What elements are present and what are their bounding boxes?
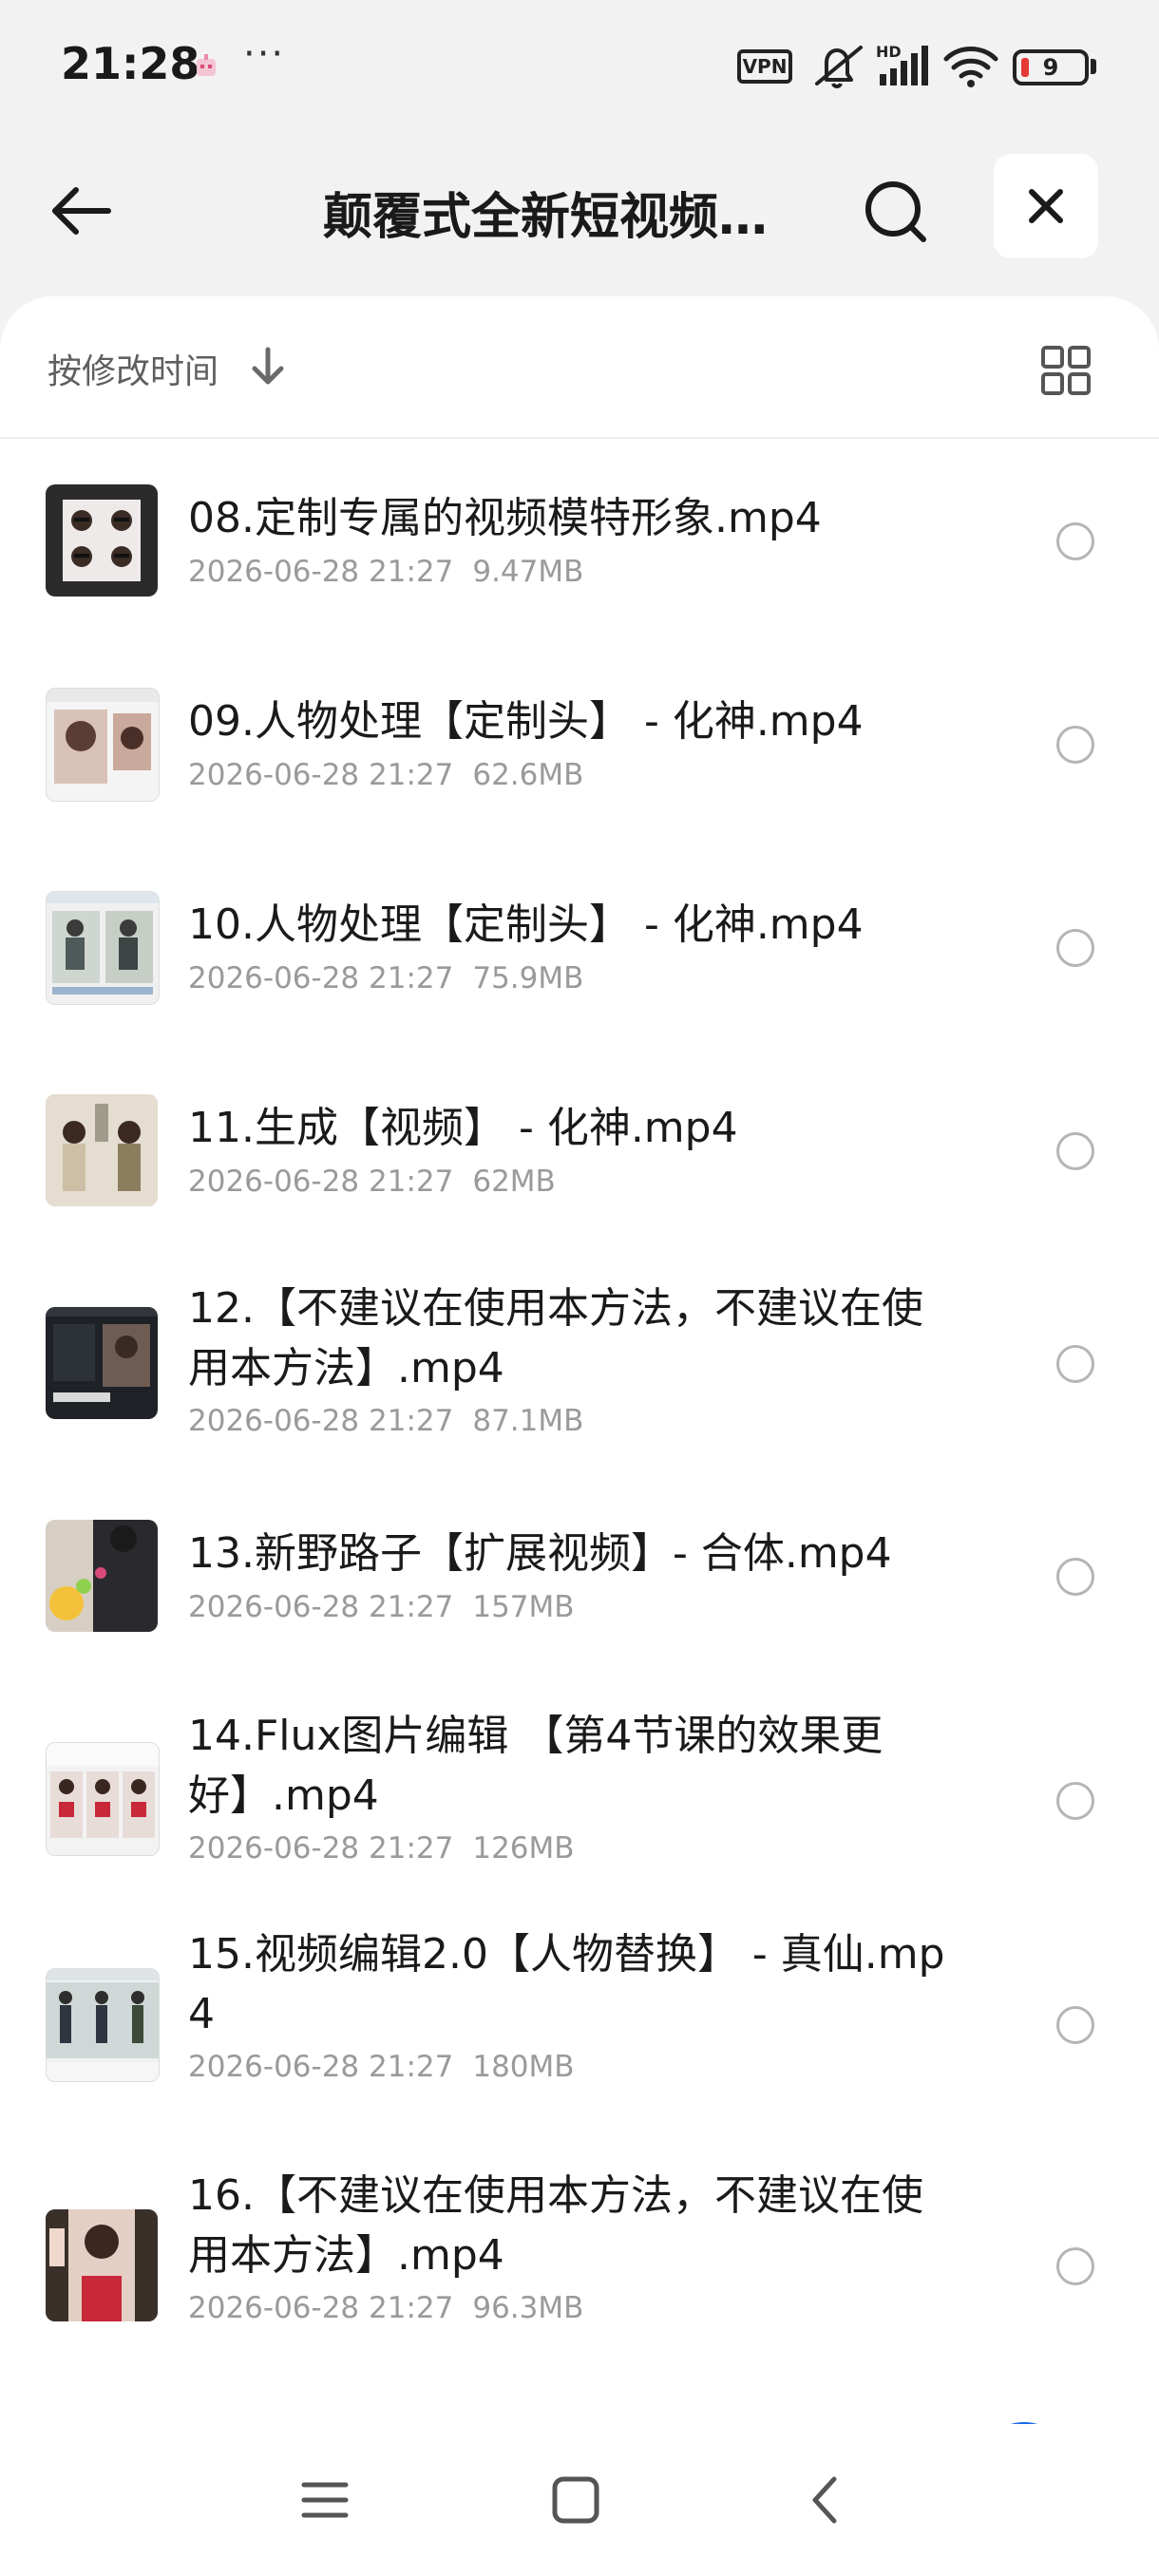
file-name: 09.人物处理【定制头】 - 化神.mp4 [188,697,864,746]
file-thumbnail [46,891,160,1005]
file-thumbnail [46,688,160,802]
file-name: 11.生成【视频】 - 化神.mp4 [188,1104,738,1152]
back-arrow-icon[interactable] [42,171,122,251]
file-size: 126MB [472,1831,575,1866]
file-list-card: 按修改时间 08.定制专属的视频模特形象.mp4 2026-06-28 21:2… [0,296,1159,2424]
select-radio[interactable] [1056,1782,1094,1820]
file-meta: 2026-06-28 21:27 87.1MB [188,1404,583,1438]
file-row[interactable]: 09.人物处理【定制头】 - 化神.mp4 2026-06-28 21:27 62… [0,642,1159,845]
select-radio[interactable] [1056,1132,1094,1170]
file-date: 2026-06-28 21:27 [188,758,454,792]
select-radio[interactable] [1056,1558,1094,1596]
file-date: 2026-06-28 21:27 [188,961,454,995]
select-radio[interactable] [1056,522,1094,560]
file-name: 14.Flux图片编辑 【第4节课的效果更好】.mp4 [188,1712,884,1820]
file-size: 180MB [472,2050,575,2084]
file-name: 10.人物处理【定制头】 - 化神.mp4 [188,900,864,949]
mute-icon [815,46,863,88]
file-size: 9.47MB [472,555,584,589]
file-meta: 2026-06-28 21:27 126MB [188,1831,575,1866]
file-row[interactable]: 11.生成【视频】 - 化神.mp4 2026-06-28 21:27 62MB [0,1049,1159,1252]
search-icon[interactable] [855,171,935,251]
file-date: 2026-06-28 21:27 [188,1590,454,1624]
status-more-indicator: ··· [243,32,286,76]
select-radio[interactable] [1056,929,1094,967]
file-thumbnail [46,484,158,597]
app-notification-icon [197,54,216,76]
file-thumbnail [46,1307,158,1419]
vpn-badge: VPN [737,49,792,84]
select-radio[interactable] [1056,2247,1094,2285]
file-meta: 2026-06-28 21:27 157MB [188,1590,575,1624]
select-radio[interactable] [1056,2006,1094,2044]
select-radio[interactable] [1056,726,1094,764]
file-thumbnail [46,1742,160,1856]
file-size: 62.6MB [472,758,584,792]
back-icon[interactable] [796,2470,857,2530]
file-meta: 2026-06-28 21:27 180MB [188,2050,575,2084]
navigation-bar [0,2424,1159,2576]
close-button[interactable] [994,154,1098,258]
select-radio[interactable] [1056,1345,1094,1383]
file-name: 12.【不建议在使用本方法，不建议在使用本方法】.mp4 [188,1284,923,1392]
hd-label: HD [876,43,902,61]
file-date: 2026-06-28 21:27 [188,1165,454,1199]
file-meta: 2026-06-28 21:27 75.9MB [188,961,583,995]
file-meta: 2026-06-28 21:27 62MB [188,1165,556,1199]
file-thumbnail [46,1520,158,1632]
file-date: 2026-06-28 21:27 [188,1404,454,1438]
close-icon [1029,189,1063,223]
status-time: 21:28 [61,38,200,89]
file-size: 75.9MB [472,961,584,995]
file-row[interactable]: 14.Flux图片编辑 【第4节课的效果更好】.mp4 2026-06-28 2… [0,1677,1159,1919]
file-date: 2026-06-28 21:27 [188,2291,454,2325]
file-size: 62MB [472,1165,556,1199]
header: 颠覆式全新短视频… [0,142,1159,266]
file-thumbnail [46,1094,158,1206]
page-title: 颠覆式全新短视频… [323,189,769,246]
battery-tip [1091,59,1096,74]
file-meta: 2026-06-28 21:27 96.3MB [188,2291,583,2325]
file-meta: 2026-06-28 21:27 9.47MB [188,555,583,589]
menu-icon[interactable] [294,2470,355,2530]
file-row[interactable]: 16.【不建议在使用本方法，不建议在使用本方法】.mp4 2026-06-28 … [0,2160,1159,2401]
battery-icon: 9 [1013,49,1089,85]
file-size: 87.1MB [472,1404,584,1438]
file-row[interactable]: 12.【不建议在使用本方法，不建议在使用本方法】.mp4 2026-06-28 … [0,1252,1159,1474]
file-date: 2026-06-28 21:27 [188,2050,454,2084]
sort-bar: 按修改时间 [0,296,1159,439]
home-icon[interactable] [545,2470,606,2530]
file-row[interactable]: 10.人物处理【定制头】 - 化神.mp4 2026-06-28 21:27 75… [0,845,1159,1049]
sort-label[interactable]: 按修改时间 [48,344,218,393]
file-row[interactable]: 13.新野路子【扩展视频】- 合体.mp4 2026-06-28 21:27 15… [0,1474,1159,1677]
file-date: 2026-06-28 21:27 [188,555,454,589]
file-size: 96.3MB [472,2291,584,2325]
file-row[interactable]: 08.定制专属的视频模特形象.mp4 2026-06-28 21:27 9.47M… [0,439,1159,642]
file-name: 16.【不建议在使用本方法，不建议在使用本方法】.mp4 [188,2171,923,2280]
signal-icon: HD [876,43,928,85]
file-size: 157MB [472,1590,575,1624]
file-thumbnail [46,1968,160,2082]
file-thumbnail [46,2209,158,2321]
file-name: 08.定制专属的视频模特形象.mp4 [188,494,822,542]
grid-view-icon[interactable] [1039,344,1092,397]
file-name: 13.新野路子【扩展视频】- 合体.mp4 [188,1529,892,1578]
file-date: 2026-06-28 21:27 [188,1831,454,1866]
file-meta: 2026-06-28 21:27 62.6MB [188,758,583,792]
arrow-down-icon[interactable] [249,346,287,388]
status-bar: 21:28 ··· VPN HD 9 [0,0,1159,133]
file-row[interactable]: 15.视频编辑2.0【人物替换】 - 真仙.mp4 2026-06-28 21:… [0,1919,1159,2160]
wifi-icon [943,47,998,87]
file-name: 15.视频编辑2.0【人物替换】 - 真仙.mp4 [188,1930,945,2038]
battery-level: 9 [1042,54,1059,81]
